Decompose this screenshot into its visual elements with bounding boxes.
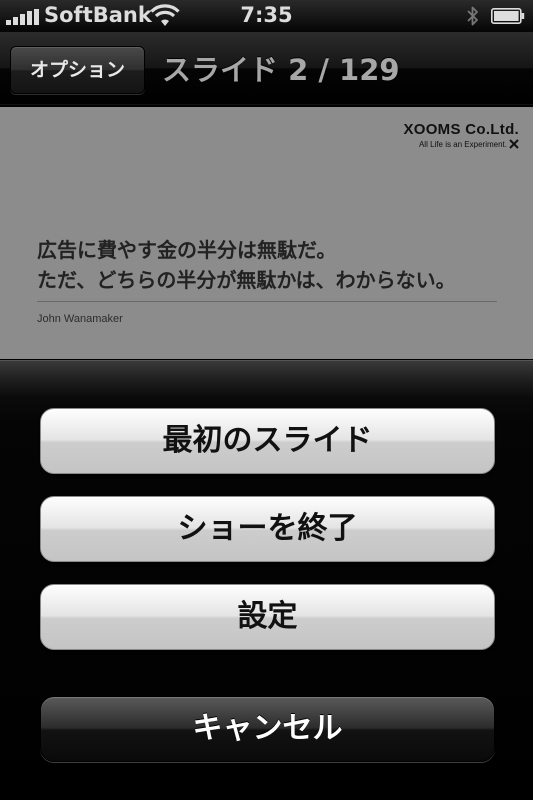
bluetooth-icon <box>467 6 478 26</box>
quote-line-2: ただ、どちらの半分が無駄かは、わからない。 <box>37 268 456 292</box>
company-tagline: All Life is an Experiment. <box>418 140 507 149</box>
screen: SoftBank 7:35 オプション スライド 2 / 129 XOOMS C… <box>0 0 533 800</box>
quote-divider <box>37 301 497 302</box>
options-button[interactable]: オプション <box>10 46 145 94</box>
quote-line-1: 広告に費やす金の半分は無駄だ。 <box>37 238 337 262</box>
company-logo-text: XOOMS Co.Ltd. <box>403 121 519 138</box>
quote-author: John Wanamaker <box>37 313 123 325</box>
end-show-button[interactable]: ショーを終了 <box>40 496 495 562</box>
slide-counter-title: スライド 2 / 129 <box>162 53 400 87</box>
battery-icon <box>491 8 525 24</box>
navigation-bar: オプション スライド 2 / 129 <box>0 32 533 105</box>
status-bar: SoftBank 7:35 <box>0 0 533 32</box>
cancel-button[interactable]: キャンセル <box>40 696 495 762</box>
slide-preview: XOOMS Co.Ltd. All Life is an Experiment.… <box>0 107 533 359</box>
status-time: 7:35 <box>240 3 293 27</box>
logo-mark-icon <box>509 139 519 149</box>
first-slide-button[interactable]: 最初のスライド <box>40 408 495 474</box>
settings-button[interactable]: 設定 <box>40 584 495 650</box>
action-sheet: 最初のスライド ショーを終了 設定 キャンセル <box>0 360 533 800</box>
slide-quote: 広告に費やす金の半分は無駄だ。 ただ、どちらの半分が無駄かは、わからない。 <box>37 235 456 295</box>
